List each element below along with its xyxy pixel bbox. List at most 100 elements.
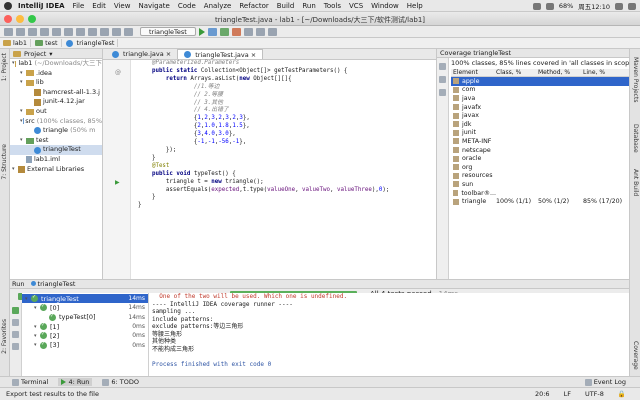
menu-edit[interactable]: Edit [92,2,106,10]
coverage-row[interactable]: javax [451,111,629,120]
cut-icon[interactable] [64,27,73,36]
pin-icon[interactable] [12,331,19,338]
menu-app[interactable]: IntelliJ IDEA [18,2,65,10]
coverage-row[interactable]: java [451,94,629,103]
run-test-gutter-icon[interactable]: ▶ [115,179,120,186]
todo-tab[interactable]: 6: TODO [102,378,139,386]
code-text[interactable]: @Parameterized.Parameters public static … [138,60,389,210]
generate-report-icon[interactable] [439,76,446,83]
save-icon[interactable] [16,27,25,36]
flatten-packages-icon[interactable] [439,63,446,70]
close-icon[interactable] [439,89,446,96]
coverage-row[interactable]: oracle [451,154,629,163]
event-log-tab[interactable]: Event Log [584,378,626,386]
replace-icon[interactable] [112,27,121,36]
back-icon[interactable] [40,27,49,36]
run-console[interactable]: One of the two will be used. Which one i… [149,293,629,376]
menu-list-icon[interactable] [628,2,636,10]
ant-tool-tab[interactable]: Ant Build [632,169,639,196]
project-tree-item[interactable]: triangle (50% m [10,126,102,136]
test-tree-item[interactable]: ▾[1]0ms [22,322,148,331]
run-tab[interactable]: triangleTest [30,280,75,288]
test-tree-item[interactable]: ▾[3]0ms [22,340,148,350]
editor-gutter[interactable]: @ ▶ [103,60,131,279]
coverage-run-icon[interactable] [219,27,229,36]
project-tree-item[interactable]: lab1.iml [10,155,102,165]
breadcrumb-lab1[interactable]: lab1 [3,39,32,47]
help-icon[interactable] [267,27,277,36]
apple-icon[interactable] [4,1,12,10]
coverage-row[interactable]: apple [451,77,629,86]
close-icon[interactable]: × [251,51,256,59]
build-icon[interactable] [124,27,133,36]
menu-analyze[interactable]: Analyze [204,2,232,10]
close-icon[interactable] [12,343,19,350]
menu-refactor[interactable]: Refactor [239,2,268,10]
coverage-row[interactable]: com [451,86,629,95]
project-tree-item[interactable]: triangleTest [10,145,102,155]
find-icon[interactable] [100,27,109,36]
test-tree-item[interactable]: typeTest[0] 14ms [22,313,148,322]
favorites-tool-tab[interactable]: 2: Favorites [1,319,8,354]
spotlight-icon[interactable] [615,2,623,10]
menu-run[interactable]: Run [302,2,315,10]
project-structure-icon[interactable] [243,27,253,36]
project-tool-tab[interactable]: 1: Project [1,53,8,81]
run-tool-tab[interactable]: 4: Run [58,378,93,386]
maven-tool-tab[interactable]: Maven Projects [632,57,639,102]
clock[interactable]: 周五12:10 [578,1,610,11]
coverage-row[interactable]: javafx [451,103,629,112]
terminal-tab[interactable]: Terminal [12,378,48,386]
menu-code[interactable]: Code [178,2,196,10]
breadcrumb-test[interactable]: test [35,39,62,47]
stop-icon[interactable] [12,319,19,326]
rerun-icon[interactable] [12,307,19,314]
coverage-row[interactable]: resources [451,172,629,181]
project-tree-item[interactable]: ▾ lib [10,78,102,88]
forward-icon[interactable] [52,27,61,36]
coverage-row[interactable]: sun [451,180,629,189]
structure-tool-tab[interactable]: 7: Structure [1,144,8,180]
col-element[interactable]: Element [451,69,496,76]
open-icon[interactable] [4,27,13,36]
project-tree-item[interactable]: ▾ lab1 (~/Downloads/大三下 [10,59,102,69]
col-line[interactable]: Line, % [583,69,629,76]
menu-view[interactable]: View [114,2,131,10]
coverage-row[interactable]: META-INF [451,137,629,146]
col-method[interactable]: Method, % [538,69,583,76]
close-icon[interactable]: × [166,50,171,58]
col-class[interactable]: Class, % [496,69,538,76]
project-tree-item[interactable]: ▾ test [10,136,102,146]
run-gutter-icon[interactable]: @ [115,69,121,76]
tab-triangle-java[interactable]: triangle.java × [106,49,177,59]
coverage-row[interactable]: toolbar®... [451,189,629,198]
project-view-select[interactable]: Project [24,50,46,58]
coverage-tool-tab[interactable]: Coverage [632,341,639,370]
coverage-row[interactable]: triangle 100% (1/1) 50% (1/2) 85% (17/20) [451,197,629,206]
line-separator[interactable]: LF [564,390,571,398]
test-tree-item[interactable]: ▾triangleTest14ms [22,294,148,304]
test-tree-item[interactable]: ▾[2]0ms [22,331,148,340]
sdk-icon[interactable] [255,27,265,36]
stop-icon[interactable] [231,27,241,36]
coverage-row[interactable]: junit [451,129,629,138]
menu-file[interactable]: File [73,2,85,10]
sync-icon[interactable] [28,27,37,36]
lock-icon[interactable]: 🔒 [618,390,626,398]
menu-vcs[interactable]: VCS [349,2,363,10]
battery-icon[interactable] [545,2,554,10]
coverage-row[interactable]: org [451,163,629,172]
menu-build[interactable]: Build [277,2,295,10]
menu-navigate[interactable]: Navigate [138,2,169,10]
project-tree-item[interactable]: ▾ .idea [10,69,102,79]
project-tree-item[interactable]: junit-4.12.jar [10,97,102,107]
copy-icon[interactable] [76,27,85,36]
menu-tools[interactable]: Tools [324,2,341,10]
menu-help[interactable]: Help [407,2,423,10]
coverage-row[interactable]: jdk [451,120,629,129]
project-tree-item[interactable]: ▾ src (100% classes, 85% [10,117,102,127]
file-encoding[interactable]: UTF-8 [585,390,604,398]
cursor-position[interactable]: 20:6 [535,390,550,398]
chevron-down-icon[interactable]: ▾ [49,50,52,58]
tab-triangletest-java[interactable]: triangleTest.java × [177,49,264,59]
